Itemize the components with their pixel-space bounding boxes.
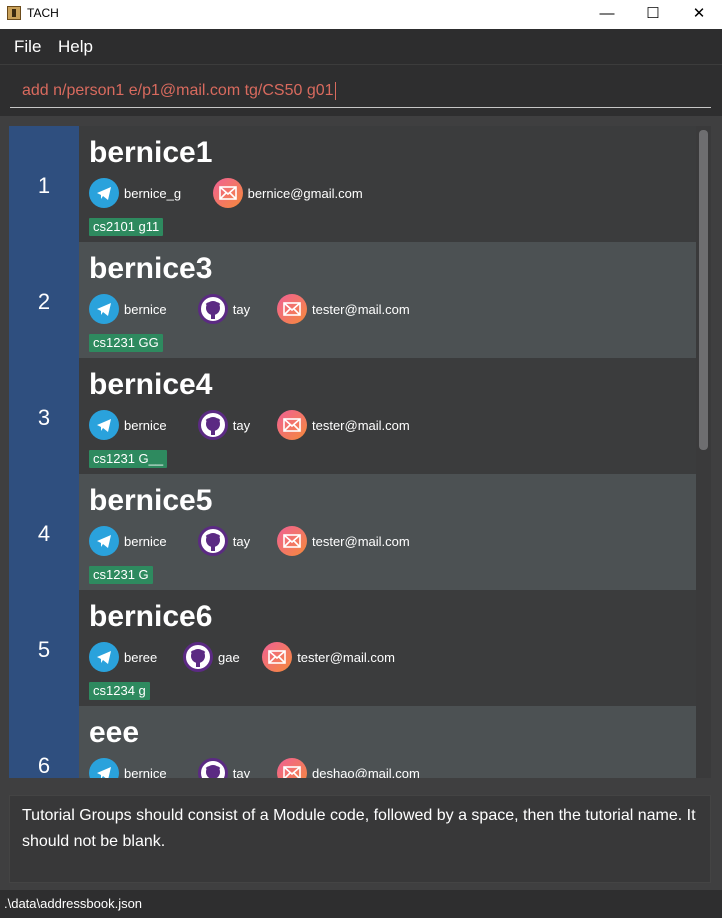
email-address-text: tester@mail.com xyxy=(312,418,410,433)
text-caret xyxy=(334,81,336,100)
email-address-text: tester@mail.com xyxy=(312,534,410,549)
person-card[interactable]: 2 bernice3 bernice tay tester@mail.com cs1231… xyxy=(9,242,696,358)
github-handle-text: tay xyxy=(232,302,251,317)
github-icon xyxy=(197,526,228,556)
person-name: bernice5 xyxy=(89,484,213,517)
person-name: bernice1 xyxy=(89,136,213,169)
github-icon xyxy=(197,410,228,440)
telegram-handle-text: beree xyxy=(124,650,158,665)
email-icon xyxy=(262,642,293,672)
github-icon xyxy=(197,758,228,778)
email-address-text: tester@mail.com xyxy=(312,302,410,317)
github-handle-text: tay xyxy=(232,418,251,433)
email-icon xyxy=(212,178,243,208)
person-name: bernice6 xyxy=(89,600,213,633)
command-input[interactable]: add n/person1 e/p1@mail.com tg/CS50 g01 xyxy=(10,79,711,108)
person-index: 1 xyxy=(9,126,79,242)
status-bar: .\data\addressbook.json xyxy=(0,890,722,918)
scroll-thumb[interactable] xyxy=(699,130,708,450)
person-index: 4 xyxy=(9,474,79,590)
person-list[interactable]: 1 bernice1 bernice_g bernice@gmail.com cs210… xyxy=(9,126,711,778)
telegram-handle-text: bernice xyxy=(124,418,167,433)
window-title: TACH xyxy=(27,6,59,20)
title-bar: TACH — ☐ ✕ xyxy=(0,0,722,29)
tutorial-group-tag: cs2101 g11 xyxy=(89,218,164,236)
telegram-handle-text: bernice xyxy=(124,766,167,778)
github-handle-text: tay xyxy=(232,534,251,549)
command-text: add n/person1 e/p1@mail.com tg/CS50 g01 xyxy=(22,82,334,99)
email-address-text: bernice@gmail.com xyxy=(247,186,363,201)
telegram-icon xyxy=(89,758,119,778)
github-icon xyxy=(197,294,228,324)
person-name: bernice3 xyxy=(89,252,213,285)
person-index: 3 xyxy=(9,358,79,474)
maximize-button[interactable]: ☐ xyxy=(630,0,676,29)
result-display: Tutorial Groups should consist of a Modu… xyxy=(9,795,711,883)
menu-file[interactable]: File xyxy=(14,37,41,57)
telegram-handle-text: bernice_g xyxy=(124,186,182,201)
minimize-button[interactable]: — xyxy=(584,0,630,29)
scrollbar[interactable] xyxy=(696,126,711,778)
person-card[interactable]: 5 bernice6 beree gae tester@mail.com cs1234 g xyxy=(9,590,696,706)
person-name: eee xyxy=(89,716,140,749)
person-index: 6 xyxy=(9,706,79,778)
email-icon xyxy=(277,294,307,324)
telegram-handle-text: bernice xyxy=(124,534,167,549)
person-index: 5 xyxy=(9,590,79,706)
person-card[interactable]: 6 eee bernice tay deshao@mail.com xyxy=(9,706,696,778)
tutorial-group-tag: cs1231 GG xyxy=(89,334,163,352)
telegram-icon xyxy=(89,410,119,440)
tutorial-group-tag: cs1231 G xyxy=(89,566,153,584)
github-handle-text: gae xyxy=(218,650,240,665)
app-logo-icon xyxy=(7,6,21,20)
person-card[interactable]: 3 bernice4 bernice tay tester@mail.com cs1231… xyxy=(9,358,696,474)
tutorial-group-tag: cs1234 g xyxy=(89,682,150,700)
menu-help[interactable]: Help xyxy=(58,37,93,57)
telegram-icon xyxy=(89,642,119,672)
person-index: 2 xyxy=(9,242,79,358)
email-icon xyxy=(277,758,307,778)
email-icon xyxy=(277,410,307,440)
telegram-icon xyxy=(89,526,119,556)
telegram-icon xyxy=(89,294,119,324)
person-card[interactable]: 4 bernice5 bernice tay tester@mail.com cs1231… xyxy=(9,474,696,590)
email-address-text: tester@mail.com xyxy=(297,650,395,665)
menu-bar: File Help xyxy=(0,29,722,65)
email-icon xyxy=(277,526,307,556)
person-card[interactable]: 1 bernice1 bernice_g bernice@gmail.com cs210… xyxy=(9,126,696,242)
person-name: bernice4 xyxy=(89,368,213,401)
tutorial-group-tag: cs1231 G__ xyxy=(89,450,168,468)
github-handle-text: tay xyxy=(232,766,251,778)
github-icon xyxy=(183,642,213,672)
close-button[interactable]: ✕ xyxy=(676,0,722,29)
email-address-text: deshao@mail.com xyxy=(312,766,420,778)
telegram-icon xyxy=(89,178,119,208)
telegram-handle-text: bernice xyxy=(124,302,167,317)
save-location: .\data\addressbook.json xyxy=(4,896,143,911)
result-message: Tutorial Groups should consist of a Modu… xyxy=(22,807,696,850)
